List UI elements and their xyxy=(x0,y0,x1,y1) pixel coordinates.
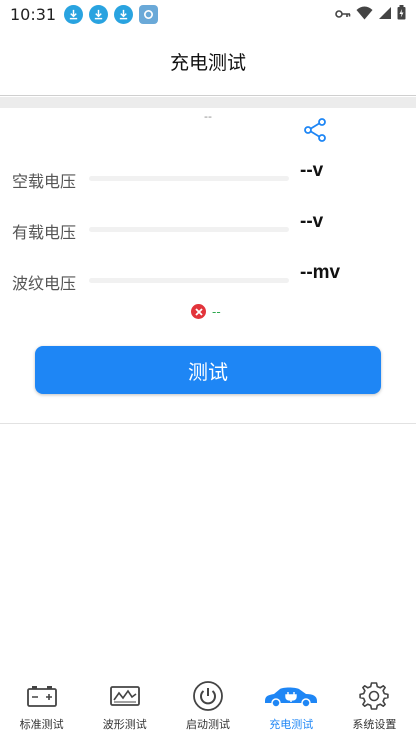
battery-status-icon xyxy=(397,4,406,24)
divider-strip xyxy=(0,97,416,108)
status-time: 10:31 xyxy=(10,4,57,24)
test-button[interactable]: 测试 xyxy=(35,346,381,394)
info-text: -- xyxy=(204,110,212,123)
signal-icon xyxy=(378,5,392,24)
tab-label: 波形测试 xyxy=(102,718,147,731)
tab-label: 充电测试 xyxy=(269,718,314,731)
download-icon xyxy=(89,4,109,24)
tab-label: 系统设置 xyxy=(352,718,397,731)
download-icon xyxy=(114,4,134,24)
battery-icon xyxy=(26,686,57,707)
status-bar: 10:31 xyxy=(0,0,416,28)
row-progress-bar xyxy=(89,278,289,283)
tab-waveform-test[interactable]: 波形测试 xyxy=(83,672,166,740)
row-label: 有载电压 xyxy=(12,223,77,242)
charging-car-icon xyxy=(265,687,318,708)
app-icon xyxy=(139,4,159,24)
title-bar: 充电测试 xyxy=(0,28,416,96)
row-load-voltage: 有载电压 --v xyxy=(0,209,416,249)
tab-standard-test[interactable]: 标准测试 xyxy=(0,672,83,740)
share-icon xyxy=(304,118,326,142)
row-value: --mv xyxy=(300,262,341,283)
tab-system-settings[interactable]: 系统设置 xyxy=(333,672,416,740)
wifi-icon xyxy=(356,5,373,24)
row-progress-bar xyxy=(89,227,289,232)
bottom-tab-bar: 标准测试 波形测试 启动测试 充电测试 系统设置 xyxy=(0,672,416,740)
row-label: 空载电压 xyxy=(12,172,77,191)
row-progress-bar xyxy=(89,176,289,181)
page-title: 充电测试 xyxy=(169,52,246,74)
tab-charging-test[interactable]: 充电测试 xyxy=(250,672,333,740)
row-value: --v xyxy=(300,160,324,181)
notification-icons xyxy=(64,4,159,24)
share-button[interactable] xyxy=(301,116,329,144)
tab-label: 启动测试 xyxy=(186,718,230,731)
gear-icon xyxy=(359,682,390,710)
system-icons xyxy=(335,4,406,24)
error-icon xyxy=(191,304,206,319)
tab-label: 标准测试 xyxy=(19,718,64,731)
waveform-icon xyxy=(109,686,140,706)
vpn-key-icon xyxy=(335,5,351,24)
row-label: 波纹电压 xyxy=(12,274,77,293)
measurement-card: -- 空载电压 --v 有载电压 --v 波纹电压 --mv -- 测试 xyxy=(0,108,416,424)
row-value: --v xyxy=(300,211,324,232)
download-icon xyxy=(64,4,84,24)
power-icon xyxy=(193,681,223,711)
row-no-load-voltage: 空载电压 --v xyxy=(0,158,416,198)
result-status: -- xyxy=(191,304,221,319)
status-text: -- xyxy=(212,304,221,319)
row-ripple-voltage: 波纹电压 --mv xyxy=(0,260,416,300)
tab-start-test[interactable]: 启动测试 xyxy=(166,672,249,740)
